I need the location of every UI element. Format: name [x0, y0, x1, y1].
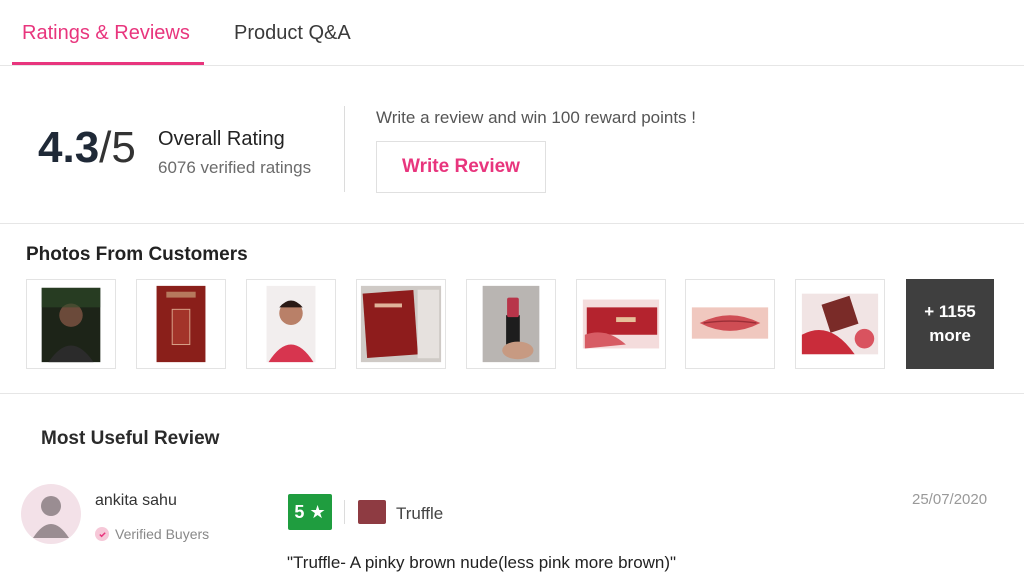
customer-photo-8[interactable] [795, 279, 885, 369]
customer-photo-3[interactable] [246, 279, 336, 369]
reviewer-name: ankita sahu [95, 492, 177, 509]
rating-score: 4.3/5 [38, 126, 136, 170]
more-photos-label: more [929, 326, 971, 345]
write-review-button[interactable]: Write Review [376, 141, 546, 193]
customer-photo-4[interactable] [356, 279, 446, 369]
customer-photos: Photos From Customers + 1155 more [0, 224, 1024, 394]
customer-photo-7[interactable] [685, 279, 775, 369]
tab-bar: Ratings & Reviews Product Q&A [0, 0, 1024, 66]
review-promo-text: Write a review and win 100 reward points… [376, 108, 697, 127]
customer-photo-1[interactable] [26, 279, 116, 369]
tab-product-qa[interactable]: Product Q&A [234, 22, 351, 45]
verified-ratings-count: 6076 verified ratings [158, 158, 312, 177]
review-rating-badge: 5 ★ [288, 494, 332, 530]
review-heading: Most Useful Review [41, 428, 220, 449]
shade-swatch [358, 500, 386, 524]
rating-denominator: /5 [99, 123, 136, 172]
verified-buyer-label: Verified Buyers [115, 526, 210, 542]
photos-title: Photos From Customers [26, 244, 248, 265]
review-title: "Truffle- A pinky brown nude(less pink m… [287, 553, 677, 572]
star-icon: ★ [309, 501, 326, 522]
verified-buyer-badge: Verified Buyers [95, 526, 209, 542]
more-photos-tile[interactable]: + 1155 more [906, 279, 994, 369]
user-icon [33, 496, 69, 538]
review-date: 25/07/2020 [912, 491, 988, 508]
customer-photo-5[interactable] [466, 279, 556, 369]
shade-name: Truffle [396, 504, 444, 523]
rating-summary: 4.3/5 Overall Rating 6076 verified ratin… [0, 66, 1024, 224]
avatar [21, 484, 81, 544]
active-tab-indicator [12, 62, 204, 65]
divider [344, 500, 345, 524]
customer-photo-2[interactable] [136, 279, 226, 369]
overall-rating-label: Overall Rating [158, 128, 285, 150]
more-photos-count: + 1155 [924, 302, 976, 322]
divider [344, 106, 345, 192]
rating-value: 4.3 [38, 123, 100, 172]
check-icon [95, 527, 109, 541]
most-useful-review: Most Useful Review ankita sahu Verified … [0, 394, 1024, 582]
tab-ratings-reviews[interactable]: Ratings & Reviews [22, 22, 190, 45]
review-rating-value: 5 [294, 501, 305, 522]
customer-photo-6[interactable] [576, 279, 666, 369]
